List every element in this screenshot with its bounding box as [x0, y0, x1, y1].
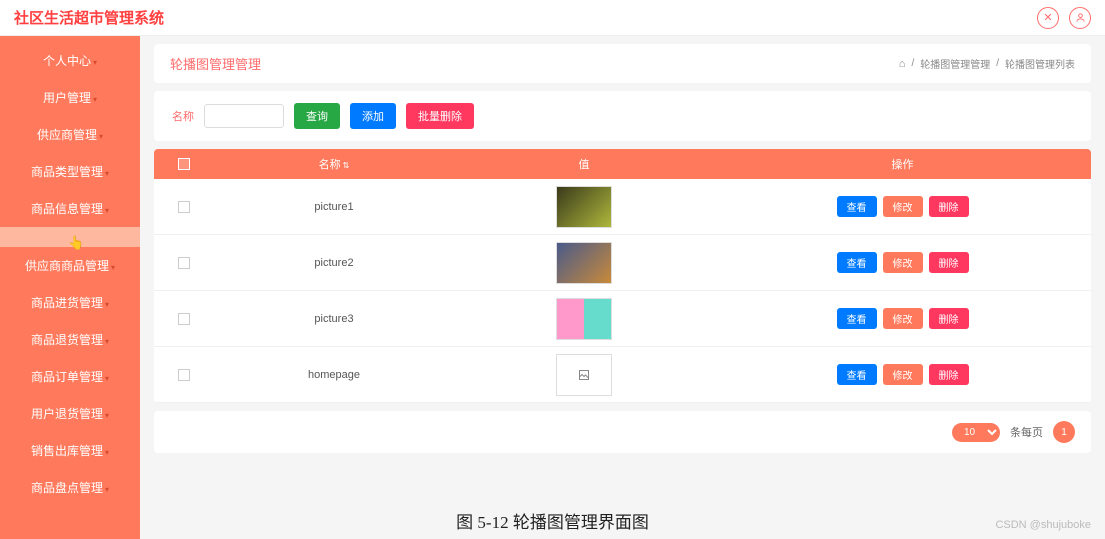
edit-button[interactable]: 修改 [883, 196, 923, 217]
table-row: picture1 查看 修改 删除 [154, 179, 1091, 235]
view-button[interactable]: 查看 [837, 252, 877, 273]
chevron-down-icon: ▾ [105, 300, 109, 309]
delete-button[interactable]: 删除 [929, 308, 969, 329]
table-row: picture2 查看 修改 删除 [154, 235, 1091, 291]
sidebar-item-user-return[interactable]: 用户退货管理▾ [0, 395, 140, 432]
page-number[interactable]: 1 [1053, 421, 1075, 443]
thumbnail-image [556, 298, 612, 340]
cell-name: picture3 [214, 313, 454, 325]
sidebar: 个人中心▾ 用户管理▾ 供应商管理▾ 商品类型管理▾ 商品信息管理▾ 👆 供应商… [0, 36, 140, 539]
query-button[interactable]: 查询 [294, 103, 340, 129]
pager: 10 条每页 1 [154, 411, 1091, 453]
top-icons: ✕ [1037, 7, 1091, 29]
search-bar: 名称 查询 添加 批量删除 [154, 91, 1091, 141]
breadcrumb-item: 轮播图管理列表 [1005, 56, 1075, 71]
sidebar-item-order[interactable]: 商品订单管理▾ [0, 358, 140, 395]
edit-button[interactable]: 修改 [883, 364, 923, 385]
chevron-down-icon: ▾ [105, 206, 109, 215]
chevron-down-icon: ▾ [99, 132, 103, 141]
chevron-down-icon: ▾ [105, 485, 109, 494]
table-header: 名称⇅ 值 操作 [154, 149, 1091, 179]
table-row: homepage 查看 修改 删除 [154, 347, 1091, 403]
sidebar-item-users[interactable]: 用户管理▾ [0, 79, 140, 116]
view-button[interactable]: 查看 [837, 364, 877, 385]
cell-name: picture1 [214, 201, 454, 213]
th-name[interactable]: 名称⇅ [214, 156, 454, 172]
chevron-down-icon: ▾ [105, 374, 109, 383]
breadcrumb: ⌂ / 轮播图管理管理 / 轮播图管理列表 [899, 56, 1075, 71]
chevron-down-icon: ▾ [93, 58, 97, 67]
th-ops: 操作 [714, 156, 1091, 172]
thumbnail-image [556, 242, 612, 284]
cell-name: homepage [214, 369, 454, 381]
per-page-label: 条每页 [1010, 424, 1043, 440]
figure-caption: 图 5-12 轮播图管理界面图 [0, 508, 1105, 533]
user-icon[interactable] [1069, 7, 1091, 29]
view-button[interactable]: 查看 [837, 196, 877, 217]
close-icon[interactable]: ✕ [1037, 7, 1059, 29]
sidebar-item-supplier[interactable]: 供应商管理▾ [0, 116, 140, 153]
search-label: 名称 [172, 108, 194, 124]
cell-name: picture2 [214, 257, 454, 269]
sidebar-item-carousel[interactable]: 👆 [0, 227, 140, 247]
chevron-down-icon: ▾ [105, 448, 109, 457]
row-checkbox[interactable] [178, 313, 190, 325]
edit-button[interactable]: 修改 [883, 308, 923, 329]
chevron-down-icon: ▾ [105, 169, 109, 178]
delete-button[interactable]: 删除 [929, 252, 969, 273]
chevron-down-icon: ▾ [105, 411, 109, 420]
sidebar-item-supplier-product[interactable]: 供应商商品管理▾ [0, 247, 140, 284]
sidebar-item-profile[interactable]: 个人中心▾ [0, 42, 140, 79]
search-input[interactable] [204, 104, 284, 128]
topbar: 社区生活超市管理系统 ✕ [0, 0, 1105, 36]
sidebar-item-inventory[interactable]: 商品盘点管理▾ [0, 469, 140, 506]
watermark: CSDN @shujuboke [995, 519, 1091, 531]
table-row: picture3 查看 修改 删除 [154, 291, 1091, 347]
delete-button[interactable]: 删除 [929, 196, 969, 217]
delete-button[interactable]: 删除 [929, 364, 969, 385]
add-button[interactable]: 添加 [350, 103, 396, 129]
select-all-checkbox[interactable] [178, 158, 190, 170]
sidebar-item-sales-out[interactable]: 销售出库管理▾ [0, 432, 140, 469]
content: 轮播图管理管理 ⌂ / 轮播图管理管理 / 轮播图管理列表 名称 查询 添加 批… [140, 36, 1105, 539]
sort-icon: ⇅ [343, 161, 350, 170]
row-checkbox[interactable] [178, 257, 190, 269]
thumbnail-image [556, 186, 612, 228]
breadcrumb-item[interactable]: 轮播图管理管理 [920, 56, 990, 71]
row-checkbox[interactable] [178, 369, 190, 381]
chevron-down-icon: ▾ [93, 95, 97, 104]
chevron-down-icon: ▾ [105, 337, 109, 346]
page-size-select[interactable]: 10 [952, 423, 1000, 442]
table: 名称⇅ 值 操作 picture1 查看 修改 删除 picture2 [154, 149, 1091, 403]
th-value: 值 [454, 156, 714, 172]
sidebar-item-purchase[interactable]: 商品进货管理▾ [0, 284, 140, 321]
batch-delete-button[interactable]: 批量删除 [406, 103, 474, 129]
broken-image-icon [556, 354, 612, 396]
chevron-down-icon: ▾ [111, 263, 115, 272]
sidebar-item-product-type[interactable]: 商品类型管理▾ [0, 153, 140, 190]
page-title: 轮播图管理管理 [170, 54, 261, 73]
sidebar-item-return[interactable]: 商品退货管理▾ [0, 321, 140, 358]
row-checkbox[interactable] [178, 201, 190, 213]
system-title: 社区生活超市管理系统 [14, 7, 164, 28]
sidebar-item-product-info[interactable]: 商品信息管理▾ [0, 190, 140, 227]
page-header: 轮播图管理管理 ⌂ / 轮播图管理管理 / 轮播图管理列表 [154, 44, 1091, 83]
home-icon[interactable]: ⌂ [899, 58, 906, 70]
edit-button[interactable]: 修改 [883, 252, 923, 273]
view-button[interactable]: 查看 [837, 308, 877, 329]
